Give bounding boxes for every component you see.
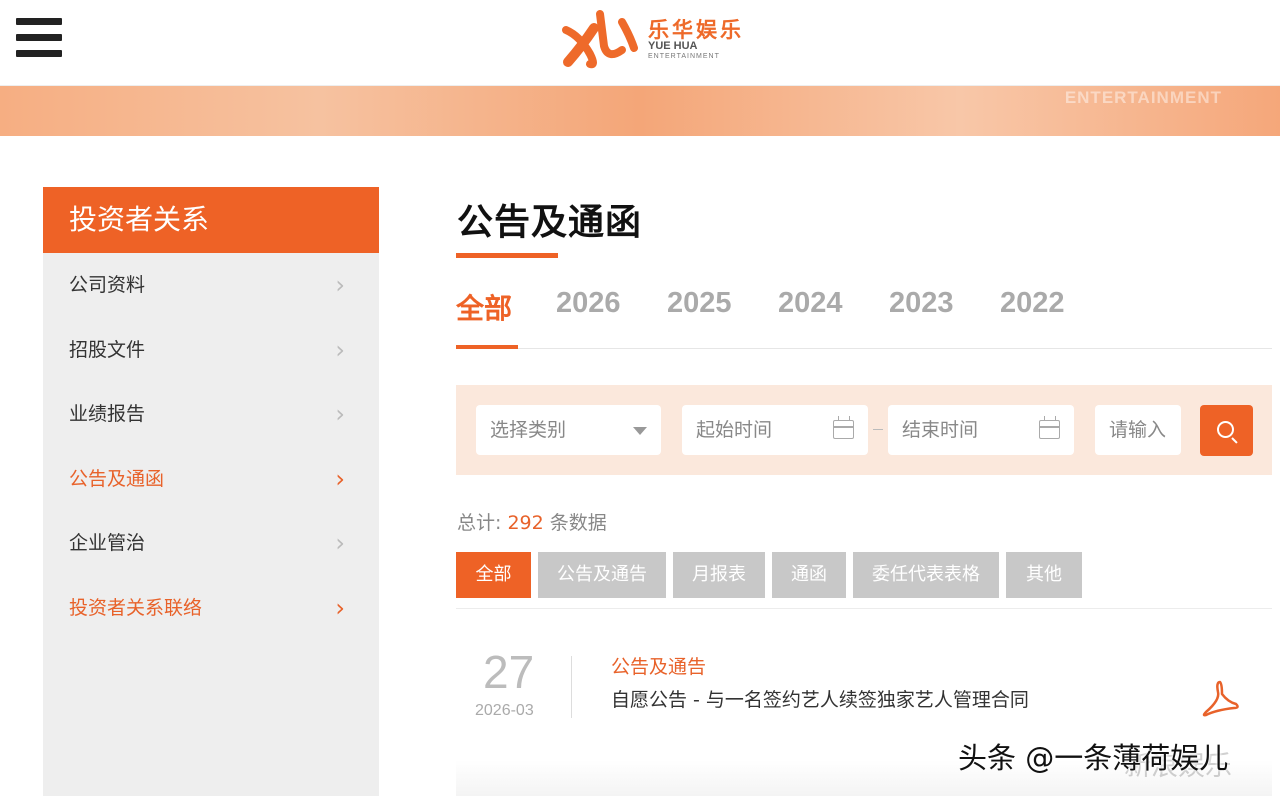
sidebar-item-label: 招股文件 [69, 338, 146, 361]
calendar-icon [833, 416, 854, 439]
announcement-day: 27 [483, 646, 535, 698]
sidebar-item-company-profile[interactable]: 公司资料 › [43, 253, 379, 318]
sidebar-item-label: 公告及通函 [69, 467, 165, 490]
chevron-right-icon: › [335, 529, 345, 557]
sidebar-item-label: 公司资料 [69, 274, 146, 296]
company-logo[interactable]: 乐华娱乐 YUE HUA ENTERTAINMENT [560, 6, 760, 72]
category-select-placeholder: 选择类别 [490, 419, 567, 441]
watermark: 头条 @一条薄荷娱儿 [958, 741, 1229, 775]
end-date-placeholder: 结束时间 [902, 419, 979, 441]
sidebar: 投资者关系 公司资料 › 招股文件 › 业绩报告 › 公告及通函 › 企业管治 … [43, 187, 379, 796]
start-date-placeholder: 起始时间 [696, 419, 773, 441]
caret-down-icon [633, 427, 647, 435]
sidebar-title: 投资者关系 [43, 187, 379, 253]
chip-proxy-forms[interactable]: 委任代表表格 [853, 552, 999, 598]
yuehua-logo-mark-icon [562, 10, 638, 69]
search-icon [1217, 421, 1234, 438]
sidebar-item-label: 企业管治 [69, 532, 146, 554]
logo-english-subtitle: ENTERTAINMENT [648, 53, 720, 60]
tab-2026[interactable]: 2026 [556, 287, 621, 320]
total-prefix: 总计: [457, 512, 502, 534]
sidebar-item-label: 投资者关系联络 [69, 596, 203, 619]
chevron-right-icon: › [335, 400, 345, 428]
tab-2025[interactable]: 2025 [667, 287, 732, 320]
banner-text: ENTERTAINMENT [1064, 88, 1222, 107]
sidebar-item-label: 业绩报告 [69, 403, 146, 425]
announcement-month: 2026-03 [475, 702, 534, 719]
chevron-right-icon: › [335, 464, 345, 493]
sidebar-item-ir-contact[interactable]: 投资者关系联络 › [43, 576, 379, 641]
tab-2024[interactable]: 2024 [778, 287, 843, 320]
calendar-icon [1039, 416, 1060, 439]
total-count: 总计: 292 条数据 [457, 508, 607, 535]
hamburger-menu-icon[interactable] [16, 18, 62, 58]
filter-bar: 选择类别 起始时间 结束时间 [456, 385, 1272, 475]
pdf-download-icon[interactable] [1198, 678, 1242, 718]
search-button[interactable] [1200, 405, 1253, 456]
tab-2022[interactable]: 2022 [1000, 287, 1065, 320]
title-underline [456, 253, 558, 258]
keyword-input[interactable] [1095, 405, 1181, 455]
end-date-field[interactable]: 结束时间 [888, 405, 1074, 455]
chip-monthly-returns[interactable]: 月报表 [673, 552, 765, 598]
sidebar-item-results-reports[interactable]: 业绩报告 › [43, 382, 379, 447]
divider [571, 656, 572, 718]
page-title: 公告及通函 [457, 202, 643, 243]
chip-others[interactable]: 其他 [1006, 552, 1082, 598]
date-range-separator [873, 429, 883, 430]
header: 乐华娱乐 YUE HUA ENTERTAINMENT [0, 0, 1280, 86]
chip-circulars[interactable]: 通函 [772, 552, 846, 598]
announcement-title-link[interactable]: 自愿公告 - 与一名签约艺人续签独家艺人管理合同 [611, 685, 1051, 715]
sidebar-item-announcements[interactable]: 公告及通函 › [43, 447, 379, 512]
chip-all[interactable]: 全部 [456, 552, 531, 598]
chevron-right-icon: › [335, 593, 345, 622]
category-select[interactable]: 选择类别 [476, 405, 661, 455]
sidebar-item-prospectus[interactable]: 招股文件 › [43, 318, 379, 383]
hero-banner: ENTERTAINMENT [0, 86, 1280, 136]
total-suffix: 条数据 [549, 512, 607, 534]
chevron-right-icon: › [335, 271, 345, 299]
tab-2023[interactable]: 2023 [889, 287, 954, 320]
start-date-field[interactable]: 起始时间 [682, 405, 868, 455]
year-tabs: 全部 2026 2025 2024 2023 2022 [456, 287, 1272, 349]
divider [456, 608, 1272, 609]
total-number: 292 [507, 512, 544, 534]
chevron-right-icon: › [335, 335, 345, 364]
tab-all[interactable]: 全部 [456, 287, 519, 349]
sidebar-item-corporate-governance[interactable]: 企业管治 › [43, 511, 379, 576]
logo-english-name: YUE HUA [648, 40, 698, 52]
announcement-category: 公告及通告 [611, 656, 707, 678]
chip-announcements[interactable]: 公告及通告 [538, 552, 666, 598]
